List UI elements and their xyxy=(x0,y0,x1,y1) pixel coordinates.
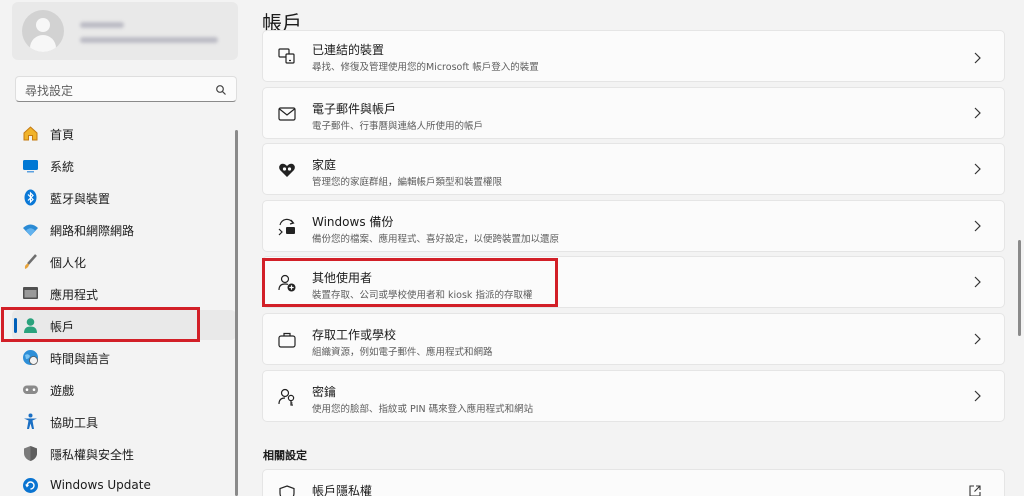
sidebar-item-label: 隱私權與安全性 xyxy=(50,448,135,462)
sidebar-item-home[interactable]: 首頁 xyxy=(12,118,236,148)
home-icon xyxy=(22,125,39,142)
blurred-user-name xyxy=(80,22,124,28)
globe-clock-icon xyxy=(22,349,39,366)
card-desc: 尋找、修復及管理使用您的Microsoft 帳戶登入的裝置 xyxy=(312,62,539,73)
windows-update-icon xyxy=(22,477,39,494)
sidebar-item-label: 協助工具 xyxy=(50,416,99,430)
sidebar-item-system[interactable]: 系統 xyxy=(12,150,236,180)
chevron-right-icon xyxy=(974,276,981,288)
sidebar-item-windows-update[interactable]: Windows Update xyxy=(12,470,236,496)
sidebar: 尋找設定 首頁 系統 藍牙與裝置 網路和網際網路 個人化 應用程式 帳戶 時間與… xyxy=(0,0,243,496)
sidebar-item-personalization[interactable]: 個人化 xyxy=(12,246,236,276)
chevron-right-icon xyxy=(974,107,981,119)
sidebar-item-label: 帳戶 xyxy=(50,320,75,334)
section-title-related: 相關設定 xyxy=(263,449,307,462)
system-icon xyxy=(22,157,39,174)
card-account-privacy[interactable]: 帳戶隱私權 xyxy=(262,469,1005,496)
card-title: 電子郵件與帳戶 xyxy=(312,102,397,116)
card-title: 已連結的裝置 xyxy=(312,43,385,57)
open-external-icon xyxy=(969,485,981,496)
sidebar-item-label: 遊戲 xyxy=(50,384,75,398)
search-input[interactable]: 尋找設定 xyxy=(15,76,237,102)
mail-icon xyxy=(278,107,296,121)
card-title: 帳戶隱私權 xyxy=(312,484,373,496)
family-heart-icon xyxy=(279,163,295,177)
card-title: 存取工作或學校 xyxy=(312,328,397,342)
sidebar-item-label: 首頁 xyxy=(50,128,75,142)
sidebar-item-label: 系統 xyxy=(50,160,75,174)
add-user-icon xyxy=(278,274,296,292)
card-title: 密鑰 xyxy=(312,385,337,399)
card-access-work-school[interactable]: 存取工作或學校 組織資源，例如電子郵件、應用程式和網路 xyxy=(262,313,1005,365)
sidebar-item-label: 個人化 xyxy=(50,256,87,270)
card-title: 其他使用者 xyxy=(312,271,373,285)
passkey-icon xyxy=(278,388,295,406)
sidebar-item-label: Windows Update xyxy=(50,478,151,492)
accounts-icon xyxy=(22,317,39,334)
sidebar-item-network[interactable]: 網路和網際網路 xyxy=(12,214,236,244)
sidebar-item-gaming[interactable]: 遊戲 xyxy=(12,374,236,404)
card-desc: 備份您的檔案、應用程式、喜好設定，以便跨裝置加以還原 xyxy=(312,234,560,245)
card-windows-backup[interactable]: Windows 備份 備份您的檔案、應用程式、喜好設定，以便跨裝置加以還原 xyxy=(262,200,1005,252)
sidebar-item-accessibility[interactable]: 協助工具 xyxy=(12,406,236,436)
sidebar-item-label: 應用程式 xyxy=(50,288,99,302)
linked-devices-icon xyxy=(278,48,295,64)
chevron-right-icon xyxy=(974,390,981,402)
card-desc: 電子郵件、行事曆與連絡人所使用的帳戶 xyxy=(312,121,484,132)
privacy-shield-icon xyxy=(279,485,295,496)
brush-icon xyxy=(22,253,39,270)
chevron-right-icon xyxy=(974,163,981,175)
card-family[interactable]: 家庭 管理您的家庭群組，編輯帳戶類型和裝置權限 xyxy=(262,143,1005,195)
blurred-user-email xyxy=(80,37,218,43)
user-profile[interactable] xyxy=(12,2,238,60)
main-scrollbar[interactable] xyxy=(1018,240,1021,336)
backup-icon xyxy=(278,218,295,236)
chevron-right-icon xyxy=(974,333,981,345)
card-passkeys[interactable]: 密鑰 使用您的臉部、指紋或 PIN 碼來登入應用程式和網站 xyxy=(262,370,1005,422)
gamepad-icon xyxy=(22,381,39,398)
sidebar-item-label: 網路和網際網路 xyxy=(50,224,135,238)
card-linked-devices[interactable]: 已連結的裝置 尋找、修復及管理使用您的Microsoft 帳戶登入的裝置 xyxy=(262,30,1005,82)
bluetooth-icon xyxy=(22,189,39,206)
shield-icon xyxy=(22,445,39,462)
avatar xyxy=(22,10,64,52)
sidebar-item-bluetooth[interactable]: 藍牙與裝置 xyxy=(12,182,236,212)
wifi-icon xyxy=(22,221,39,238)
card-desc: 裝置存取、公司或學校使用者和 kiosk 指派的存取權 xyxy=(312,290,533,301)
card-desc: 組織資源，例如電子郵件、應用程式和網路 xyxy=(312,347,493,358)
card-desc: 使用您的臉部、指紋或 PIN 碼來登入應用程式和網站 xyxy=(312,404,534,415)
selection-indicator xyxy=(14,318,17,333)
sidebar-item-privacy[interactable]: 隱私權與安全性 xyxy=(12,438,236,468)
search-placeholder: 尋找設定 xyxy=(25,84,74,98)
card-title: Windows 備份 xyxy=(312,215,394,229)
sidebar-item-time-language[interactable]: 時間與語言 xyxy=(12,342,236,372)
accessibility-icon xyxy=(22,413,39,430)
sidebar-item-accounts[interactable]: 帳戶 xyxy=(12,310,236,340)
sidebar-scrollbar[interactable] xyxy=(235,130,238,496)
card-email-accounts[interactable]: 電子郵件與帳戶 電子郵件、行事曆與連絡人所使用的帳戶 xyxy=(262,87,1005,139)
apps-icon xyxy=(22,285,39,302)
chevron-right-icon xyxy=(974,220,981,232)
sidebar-item-label: 時間與語言 xyxy=(50,352,111,366)
briefcase-icon xyxy=(278,332,296,348)
search-icon xyxy=(216,85,226,95)
sidebar-item-apps[interactable]: 應用程式 xyxy=(12,278,236,308)
card-desc: 管理您的家庭群組，編輯帳戶類型和裝置權限 xyxy=(312,177,503,188)
sidebar-item-label: 藍牙與裝置 xyxy=(50,192,111,206)
card-other-users[interactable]: 其他使用者 裝置存取、公司或學校使用者和 kiosk 指派的存取權 xyxy=(262,256,1005,308)
chevron-right-icon xyxy=(974,52,981,64)
card-title: 家庭 xyxy=(312,158,337,172)
